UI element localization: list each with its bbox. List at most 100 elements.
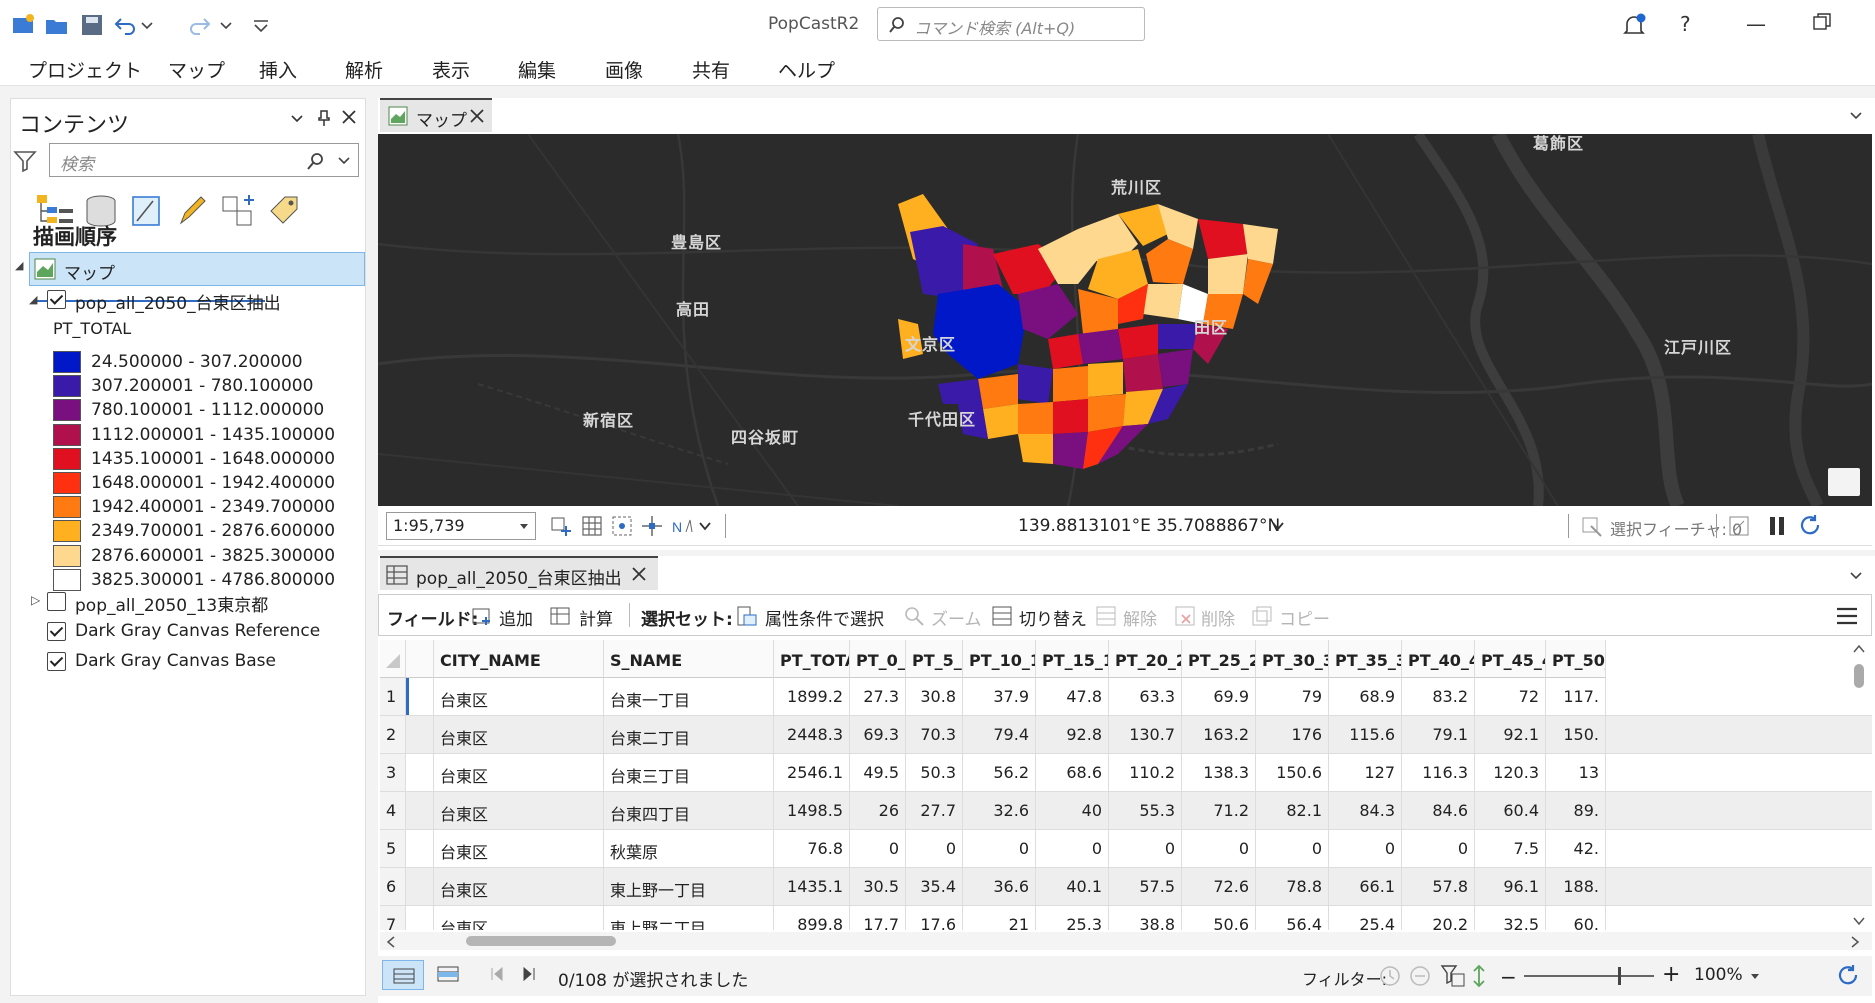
zoom-level-select[interactable]: 100% (1688, 962, 1766, 990)
column-header[interactable]: CITY_NAME (434, 640, 604, 678)
row-index[interactable]: 3 (380, 754, 406, 791)
table-cell[interactable]: 110.2 (1109, 754, 1182, 791)
column-header[interactable]: PT_15_19 (1036, 640, 1109, 678)
table-widget-icon[interactable] (1828, 468, 1860, 496)
table-cell[interactable]: 台東一丁目 (604, 678, 774, 715)
table-cell[interactable]: 120.3 (1475, 754, 1546, 791)
table-row[interactable]: 1 台東区 台東一丁目 1899.2 27.3 30.8 37.9 47.8 63.3 69.9 7… (380, 678, 1872, 716)
save-project-icon[interactable] (79, 12, 105, 38)
close-tab-icon[interactable] (632, 567, 646, 581)
table-cell[interactable]: 78.8 (1256, 868, 1329, 905)
coordinate-format-chevron-icon[interactable] (1271, 520, 1285, 532)
legend-swatch[interactable] (53, 375, 81, 398)
table-cell[interactable]: 79 (1256, 678, 1329, 715)
table-cell[interactable]: 2448.3 (774, 716, 850, 753)
table-cell[interactable]: 30.8 (906, 678, 963, 715)
sort-icon[interactable] (1470, 964, 1488, 992)
row-index[interactable]: 1 (380, 678, 406, 715)
horizontal-scrollbar[interactable] (380, 932, 1872, 950)
table-cell[interactable]: 92.8 (1036, 716, 1109, 753)
table-cell[interactable]: 92.1 (1475, 716, 1546, 753)
copy-button[interactable]: コピー (1279, 605, 1330, 630)
table-cell[interactable]: 1498.5 (774, 792, 850, 829)
vertical-scrollbar-thumb[interactable] (1854, 664, 1864, 688)
layer4-name[interactable]: Dark Gray Canvas Base (75, 651, 276, 671)
table-row[interactable]: 6 台東区 東上野一丁目 1435.1 30.5 35.4 36.6 40.1 57.5 72.6… (380, 868, 1872, 906)
table-cell[interactable]: 127 (1329, 754, 1402, 791)
table-cell[interactable]: 56.4 (1256, 906, 1329, 930)
customize-toolbar-icon[interactable] (250, 12, 272, 38)
table-cell[interactable]: 83.2 (1402, 678, 1475, 715)
row-index[interactable]: 5 (380, 830, 406, 867)
layout-icon[interactable] (1728, 515, 1750, 537)
table-cell[interactable]: 17.6 (906, 906, 963, 930)
column-header[interactable]: PT_35_39 (1329, 640, 1402, 678)
table-cell[interactable]: 21 (963, 906, 1036, 930)
filter-extent-icon[interactable] (1378, 964, 1402, 992)
table-cell[interactable]: 117. (1546, 678, 1606, 715)
table-cell[interactable]: 56.2 (963, 754, 1036, 791)
column-header[interactable]: PT_25_29 (1182, 640, 1256, 678)
fixed-zoom-icon[interactable] (550, 514, 574, 538)
map-tab[interactable]: マップ (380, 98, 492, 132)
filter-table-icon[interactable] (1440, 964, 1466, 992)
new-project-icon[interactable] (10, 12, 36, 38)
table-cell[interactable]: 0 (1109, 830, 1182, 867)
zoom-slider-handle[interactable] (1618, 967, 1621, 985)
first-record-icon[interactable] (490, 966, 504, 986)
table-cell[interactable]: 25.3 (1036, 906, 1109, 930)
zoom-to-button[interactable]: ズーム (931, 605, 982, 630)
table-cell[interactable]: 0 (963, 830, 1036, 867)
refresh-icon[interactable] (1798, 514, 1822, 538)
layer2-visibility-checkbox[interactable] (47, 592, 66, 611)
table-cell[interactable]: 55.3 (1109, 792, 1182, 829)
column-header[interactable]: PT_20_24 (1109, 640, 1182, 678)
table-cell[interactable]: 台東四丁目 (604, 792, 774, 829)
table-row[interactable]: 4 台東区 台東四丁目 1498.5 26 27.7 32.6 40 55.3 71.2 82.1 8… (380, 792, 1872, 830)
table-cell[interactable]: 47.8 (1036, 678, 1109, 715)
table-cell[interactable]: 東上野一丁目 (604, 868, 774, 905)
table-cell[interactable]: 163.2 (1182, 716, 1256, 753)
pause-drawing-icon[interactable] (1766, 515, 1788, 537)
zoom-in-icon[interactable]: + (1662, 962, 1680, 987)
column-header[interactable]: PT_30_34 (1256, 640, 1329, 678)
calculate-field-button[interactable]: 計算 (579, 605, 613, 630)
legend-swatch[interactable] (53, 520, 81, 543)
table-cell[interactable]: 台東区 (434, 792, 604, 829)
map-canvas[interactable]: 葛飾区 荒川区 豊島区 高田 文京区 田区 江戸川区 新宿区 四谷坂町 千代田区 (378, 134, 1872, 506)
table-cell[interactable]: 72.6 (1182, 868, 1256, 905)
table-cell[interactable]: 秋葉原 (604, 830, 774, 867)
legend-swatch[interactable] (53, 472, 81, 494)
table-cell[interactable]: 50.6 (1182, 906, 1256, 930)
filter-icon[interactable] (13, 149, 37, 177)
table-cell[interactable]: 89. (1546, 792, 1606, 829)
filter-time-icon[interactable] (1408, 964, 1432, 992)
command-search-input[interactable]: コマンド検索 (Alt+Q) (877, 7, 1145, 41)
close-pane-icon[interactable] (341, 109, 357, 129)
table-cell[interactable]: 84.3 (1329, 792, 1402, 829)
table-cell[interactable]: 176 (1256, 716, 1329, 753)
horizontal-scrollbar-thumb[interactable] (466, 936, 616, 946)
scroll-right-icon[interactable] (1850, 936, 1860, 948)
table-cell[interactable]: 35.4 (906, 868, 963, 905)
add-field-button[interactable]: 追加 (499, 605, 533, 630)
table-cell[interactable]: 116.3 (1402, 754, 1475, 791)
scroll-up-icon[interactable] (1852, 644, 1866, 654)
open-project-icon[interactable] (44, 12, 70, 38)
table-cell[interactable]: 台東三丁目 (604, 754, 774, 791)
table-cell[interactable]: 0 (850, 830, 906, 867)
snapping-icon[interactable] (610, 514, 634, 538)
undo-dropdown-icon[interactable] (139, 12, 155, 38)
row-index[interactable]: 2 (380, 716, 406, 753)
table-cell[interactable]: 130.7 (1109, 716, 1182, 753)
table-cell[interactable]: 26 (850, 792, 906, 829)
menu-analysis[interactable]: 解析 (345, 56, 383, 83)
table-cell[interactable]: 79.4 (963, 716, 1036, 753)
table-cell[interactable]: 13 (1546, 754, 1606, 791)
chevron-down-icon[interactable] (1848, 108, 1864, 124)
zoom-slider-track[interactable] (1524, 975, 1654, 977)
layer2-name[interactable]: pop_all_2050_13東京都 (75, 591, 268, 616)
redo-icon[interactable] (186, 12, 212, 38)
table-cell[interactable]: 0 (1036, 830, 1109, 867)
table-cell[interactable]: 38.8 (1109, 906, 1182, 930)
